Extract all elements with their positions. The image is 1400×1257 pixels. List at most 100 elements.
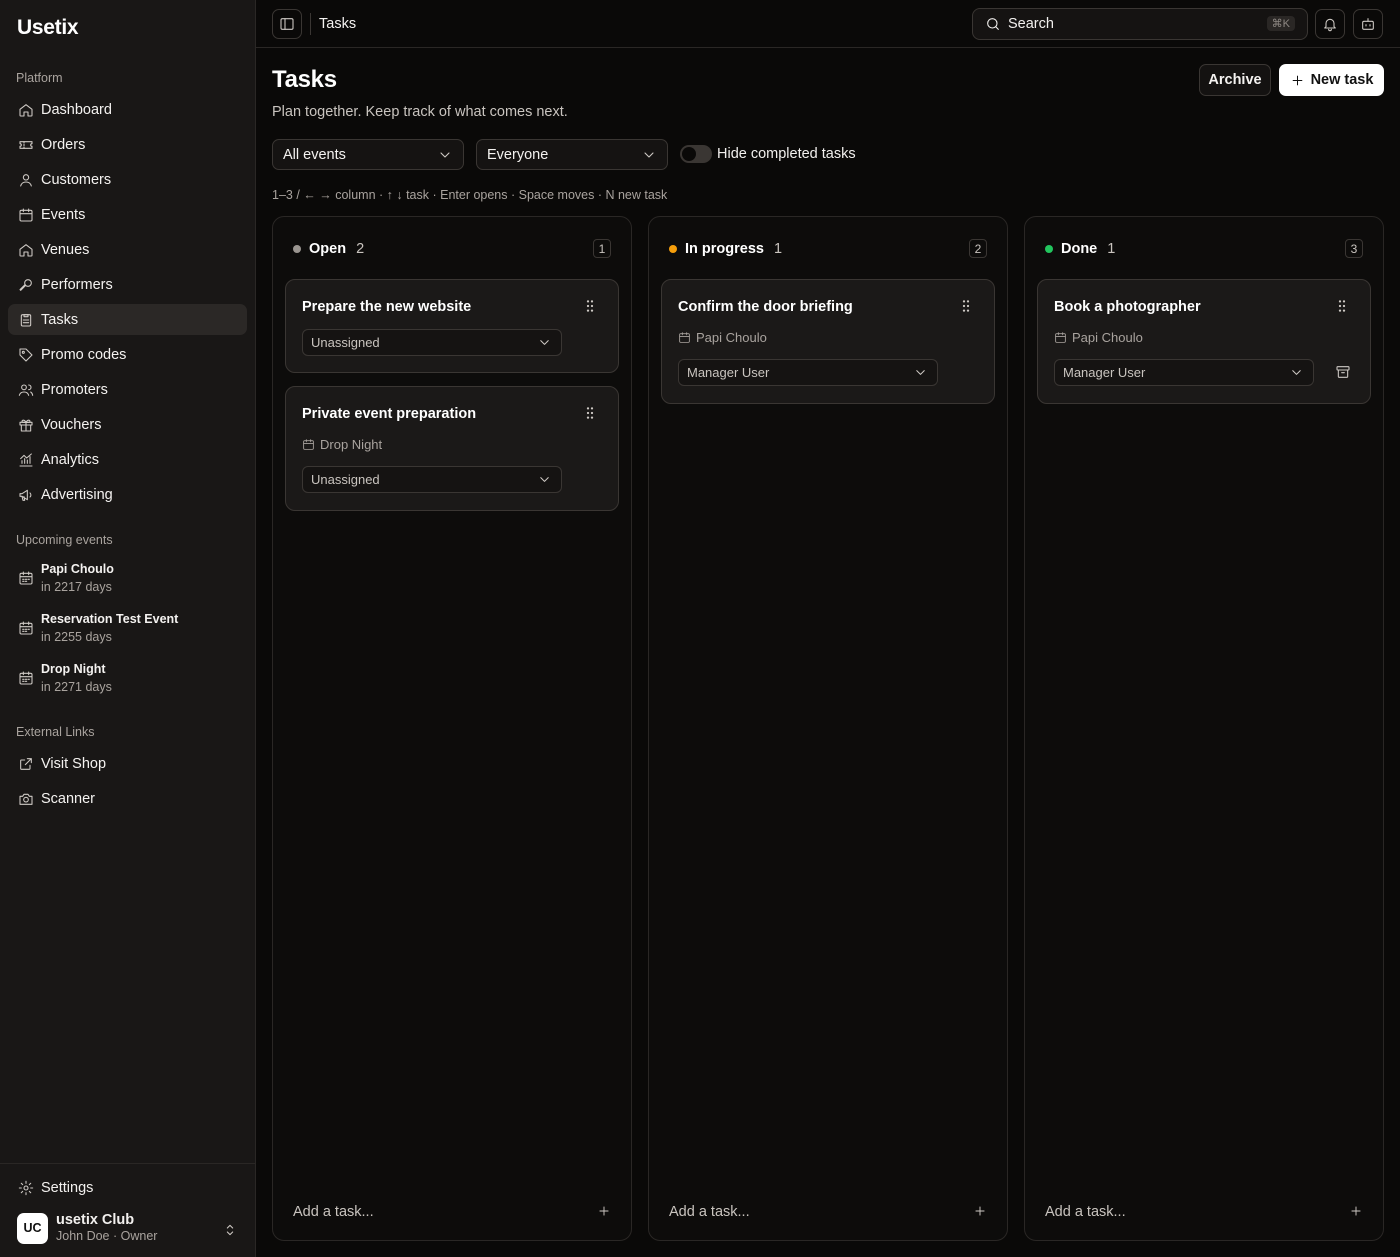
sidebar-item-orders[interactable]: Orders xyxy=(8,129,247,160)
upcoming-event-name: Drop Night xyxy=(41,662,106,676)
task-event: Drop Night xyxy=(302,437,382,452)
sidebar-item-performers[interactable]: Performers xyxy=(8,269,247,300)
assignee-select[interactable]: Unassigned xyxy=(302,329,562,356)
plus-icon[interactable] xyxy=(597,1204,611,1218)
column-shortcut-badge: 2 xyxy=(969,239,987,258)
add-task-input[interactable]: Add a task... xyxy=(293,1204,374,1220)
settings-label: Settings xyxy=(41,1180,94,1196)
upcoming-event-item[interactable]: Reservation Test Event in 2255 days xyxy=(8,603,247,653)
sidebar-item-label: Analytics xyxy=(41,451,100,468)
topbar: Tasks Search ⌘K xyxy=(256,0,1400,48)
column-name: Open xyxy=(309,241,347,257)
task-title: Prepare the new website xyxy=(302,299,472,315)
column-in-progress: In progress 1 2 Confirm the door briefin… xyxy=(648,216,1008,1241)
sidebar-item-dashboard[interactable]: Dashboard xyxy=(8,94,247,125)
assignee-value: Unassigned xyxy=(311,472,380,487)
sidebar-item-visit-shop[interactable]: Visit Shop xyxy=(8,748,247,779)
assignee-select[interactable]: Unassigned xyxy=(302,466,562,493)
assignee-filter-select[interactable]: Everyone xyxy=(476,139,668,170)
toggle-knob xyxy=(682,147,696,161)
megaphone-icon xyxy=(19,489,32,501)
user-icon xyxy=(20,173,32,187)
upcoming-event-item[interactable]: Drop Night in 2271 days xyxy=(8,653,247,703)
upcoming-event-name: Reservation Test Event xyxy=(41,612,179,626)
topbar-divider xyxy=(310,13,311,35)
drag-handle-icon[interactable] xyxy=(582,405,598,421)
column-header: In progress 1 xyxy=(669,241,782,257)
search-label: Search xyxy=(1008,16,1054,32)
add-task-input[interactable]: Add a task... xyxy=(1045,1204,1126,1220)
assignee-select[interactable]: Manager User xyxy=(1054,359,1314,386)
calendar-icon xyxy=(679,332,690,343)
bot-icon xyxy=(1362,18,1374,30)
sidebar-item-label: Customers xyxy=(41,171,112,188)
sidebar-item-settings[interactable]: Settings xyxy=(18,1180,93,1196)
toggle-switch[interactable] xyxy=(680,145,712,163)
upcoming-event-item[interactable]: Papi Choulo in 2217 days xyxy=(8,553,247,603)
sidebar-footer: Settings UC usetix Club John Doe · Owner xyxy=(0,1163,256,1257)
gear-icon xyxy=(18,1180,34,1196)
task-event: Papi Choulo xyxy=(1054,330,1143,345)
sidebar-item-label: Vouchers xyxy=(41,416,102,433)
clipboard-icon xyxy=(20,313,32,327)
account-switcher[interactable]: UC usetix Club John Doe · Owner xyxy=(17,1212,157,1244)
chevron-down-icon xyxy=(540,477,549,482)
sidebar-item-customers[interactable]: Customers xyxy=(8,164,247,195)
task-card[interactable]: Book a photographer Papi Choulo Manager … xyxy=(1037,279,1371,404)
drag-handle-icon[interactable] xyxy=(582,298,598,314)
drag-handle-icon[interactable] xyxy=(1334,298,1350,314)
column-name: In progress xyxy=(685,241,764,257)
chevron-down-icon xyxy=(1292,370,1301,375)
add-task-input[interactable]: Add a task... xyxy=(669,1204,750,1220)
sidebar-item-analytics[interactable]: Analytics xyxy=(8,444,247,475)
account-name: usetix Club xyxy=(56,1212,135,1228)
assignee-filter-value: Everyone xyxy=(487,146,549,163)
task-card[interactable]: Prepare the new website Unassigned xyxy=(285,279,619,373)
chart-icon xyxy=(19,452,33,467)
sidebar-nav: Dashboard Orders Customers Events Venues… xyxy=(8,94,247,514)
assignee-value: Unassigned xyxy=(311,335,380,350)
hide-completed-toggle[interactable]: Hide completed tasks xyxy=(680,145,856,163)
page-title: Tasks xyxy=(272,66,337,93)
sidebar-item-venues[interactable]: Venues xyxy=(8,234,247,265)
brand-logo[interactable]: Usetix xyxy=(17,16,79,40)
task-event-name: Drop Night xyxy=(320,437,383,452)
chevron-up-down-icon[interactable] xyxy=(222,1222,238,1238)
gift-icon xyxy=(19,419,33,432)
event-filter-select[interactable]: All events xyxy=(272,139,464,170)
task-event: Papi Choulo xyxy=(678,330,767,345)
sidebar-item-vouchers[interactable]: Vouchers xyxy=(8,409,247,440)
new-task-button[interactable]: New task xyxy=(1279,64,1384,96)
sidebar-item-label: Dashboard xyxy=(41,101,112,118)
sidebar-item-scanner[interactable]: Scanner xyxy=(8,783,247,814)
sidebar-item-label: Venues xyxy=(41,241,90,258)
hide-completed-label: Hide completed tasks xyxy=(717,146,856,162)
section-label-upcoming: Upcoming events xyxy=(16,533,113,547)
notifications-button[interactable] xyxy=(1315,9,1345,39)
breadcrumb: Tasks xyxy=(319,16,357,32)
task-card[interactable]: Private event preparation Drop Night Una… xyxy=(285,386,619,511)
sidebar-item-promo-codes[interactable]: Promo codes xyxy=(8,339,247,370)
calendar-icon xyxy=(19,571,33,585)
plus-icon[interactable] xyxy=(973,1204,987,1218)
archive-icon[interactable] xyxy=(1335,364,1351,380)
sidebar-item-events[interactable]: Events xyxy=(8,199,247,230)
sidebar-item-advertising[interactable]: Advertising xyxy=(8,479,247,510)
sidebar-toggle-button[interactable] xyxy=(272,9,302,39)
drag-handle-icon[interactable] xyxy=(958,298,974,314)
column-done: Done 1 3 Book a photographer Papi Choulo… xyxy=(1024,216,1384,1241)
assignee-select[interactable]: Manager User xyxy=(678,359,938,386)
section-label-platform: Platform xyxy=(16,71,63,85)
calendar-icon xyxy=(1055,332,1066,343)
archive-button[interactable]: Archive xyxy=(1199,64,1271,96)
assistant-button[interactable] xyxy=(1353,9,1383,39)
sidebar-item-promoters[interactable]: Promoters xyxy=(8,374,247,405)
search-button[interactable]: Search ⌘K xyxy=(972,8,1308,40)
tag-icon xyxy=(19,347,33,362)
task-card[interactable]: Confirm the door briefing Papi Choulo Ma… xyxy=(661,279,995,404)
plus-icon xyxy=(1292,75,1302,85)
assignee-value: Manager User xyxy=(687,365,770,380)
plus-icon[interactable] xyxy=(1349,1204,1363,1218)
sidebar-item-tasks[interactable]: Tasks xyxy=(8,304,247,335)
task-event-name: Papi Choulo xyxy=(696,330,767,345)
